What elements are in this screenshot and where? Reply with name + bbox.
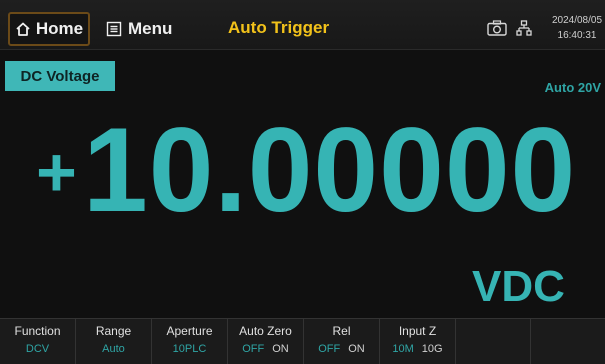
meter-screen: Home Menu Auto Trigger 2024/08/05 16:40:… [0,0,605,364]
softkey-blank-1[interactable] [456,319,531,364]
reading-value: 10.00000 [82,103,577,237]
softkey-label: Function [14,324,61,338]
softkey-value: 10PLC [172,343,207,355]
softkey-rel[interactable]: Rel OFF ON [304,319,380,364]
toggle-options: OFF ON [318,343,365,355]
option-10m: 10M [392,343,414,355]
option-10g: 10G [421,343,443,355]
datetime-display: 2024/08/05 16:40:31 [542,13,605,43]
time-text: 16:40:31 [557,30,597,41]
range-indicator: Auto 20V [544,80,601,95]
softkey-bar: Function DCV Range Auto Aperture 10PLC A… [0,318,605,364]
softkey-input-z[interactable]: Input Z 10M 10G [380,319,456,364]
network-icon [516,20,532,36]
softkey-value: Auto [102,343,125,355]
toggle-options: 10M 10G [392,343,442,355]
softkey-aperture[interactable]: Aperture 10PLC [152,319,228,364]
reading-sign: + [36,133,77,211]
home-button[interactable]: Home [8,12,90,46]
option-off: OFF [242,343,265,355]
main-reading: + 10.00000 [36,100,591,240]
top-bar: Home Menu Auto Trigger 2024/08/05 16:40:… [0,0,605,50]
softkey-function[interactable]: Function DCV [0,319,76,364]
option-on: ON [272,343,289,355]
camera-icon[interactable] [487,20,507,36]
function-tag: DC Voltage [5,61,115,91]
toggle-options: OFF ON [242,343,289,355]
trigger-mode-title: Auto Trigger [228,18,330,37]
option-on: ON [348,343,365,355]
menu-button[interactable]: Menu [106,14,172,44]
softkey-blank-2[interactable] [531,319,605,364]
home-button-label: Home [35,19,84,38]
softkey-value: DCV [25,343,50,355]
menu-icon [106,21,122,37]
softkey-label: Aperture [166,324,213,338]
home-icon [16,22,30,36]
reading-unit: VDC [472,262,565,311]
date-text: 2024/08/05 [551,15,603,26]
softkey-label: Range [95,324,132,338]
softkey-auto-zero[interactable]: Auto Zero OFF ON [228,319,304,364]
option-off: OFF [318,343,341,355]
menu-button-label: Menu [128,19,173,38]
softkey-label: Input Z [398,324,437,338]
softkey-range[interactable]: Range Auto [76,319,152,364]
softkey-label: Rel [332,324,351,338]
softkey-label: Auto Zero [239,324,292,338]
